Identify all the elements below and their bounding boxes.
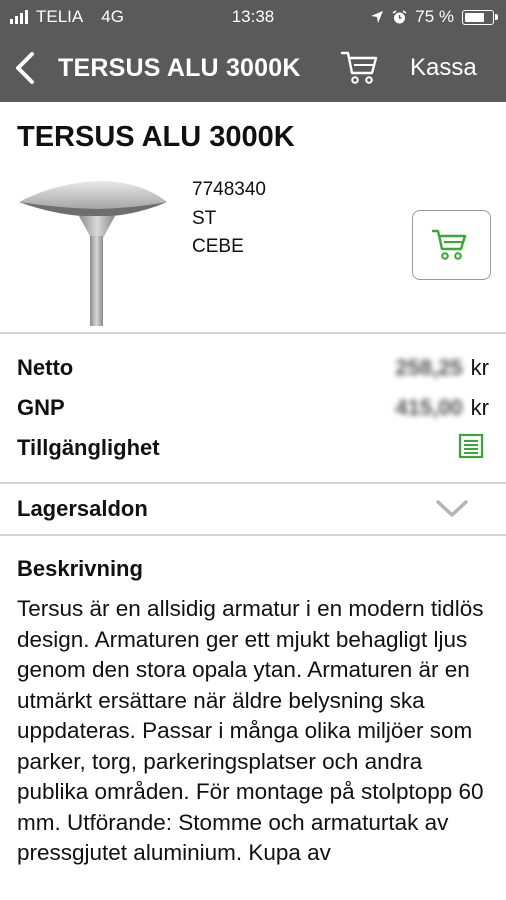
- cart-icon[interactable]: [340, 47, 380, 87]
- divider: [0, 534, 506, 536]
- battery-percent: 75 %: [415, 7, 454, 26]
- battery-icon: [462, 9, 498, 25]
- netto-price: 258,25 kr: [395, 355, 489, 381]
- nav-title: TERSUS ALU 3000K: [58, 54, 301, 82]
- gnp-value: 415,00: [395, 395, 463, 420]
- description-heading: Beskrivning: [17, 556, 143, 581]
- add-to-cart-button[interactable]: [412, 210, 491, 280]
- stock-toggle-label[interactable]: Lagersaldon: [17, 496, 148, 522]
- netto-value: 258,25: [395, 355, 463, 380]
- status-bar: TELIA 4G 13:38 75 %: [0, 0, 506, 34]
- product-image: [19, 181, 167, 326]
- availability-label: Tillgänglighet: [17, 435, 160, 460]
- divider: [0, 332, 506, 334]
- chevron-down-icon[interactable]: [435, 497, 469, 521]
- product-meta: 7748340 ST CEBE: [192, 176, 266, 262]
- article-number: 7748340: [192, 179, 266, 200]
- divider: [0, 482, 506, 484]
- nav-bar: TERSUS ALU 3000K Kassa: [0, 34, 506, 102]
- location-arrow-icon: [371, 11, 384, 23]
- netto-currency: kr: [470, 355, 489, 380]
- netto-label: Netto: [17, 355, 74, 380]
- gnp-label: GNP: [17, 395, 65, 420]
- product-title: TERSUS ALU 3000K: [17, 121, 295, 153]
- status-right: 75 %: [370, 7, 498, 27]
- unit-label: ST: [192, 207, 217, 229]
- cart-icon: [431, 229, 467, 260]
- checkout-button[interactable]: Kassa: [410, 54, 477, 82]
- gnp-price: 415,00 kr: [395, 395, 489, 421]
- description-text: Tersus är en allsidig armatur i en moder…: [17, 596, 484, 865]
- list-icon[interactable]: [458, 433, 484, 459]
- chevron-left-icon[interactable]: [8, 48, 44, 88]
- gnp-currency: kr: [470, 395, 489, 420]
- brand-label: CEBE: [192, 236, 244, 257]
- alarm-icon: [392, 9, 407, 23]
